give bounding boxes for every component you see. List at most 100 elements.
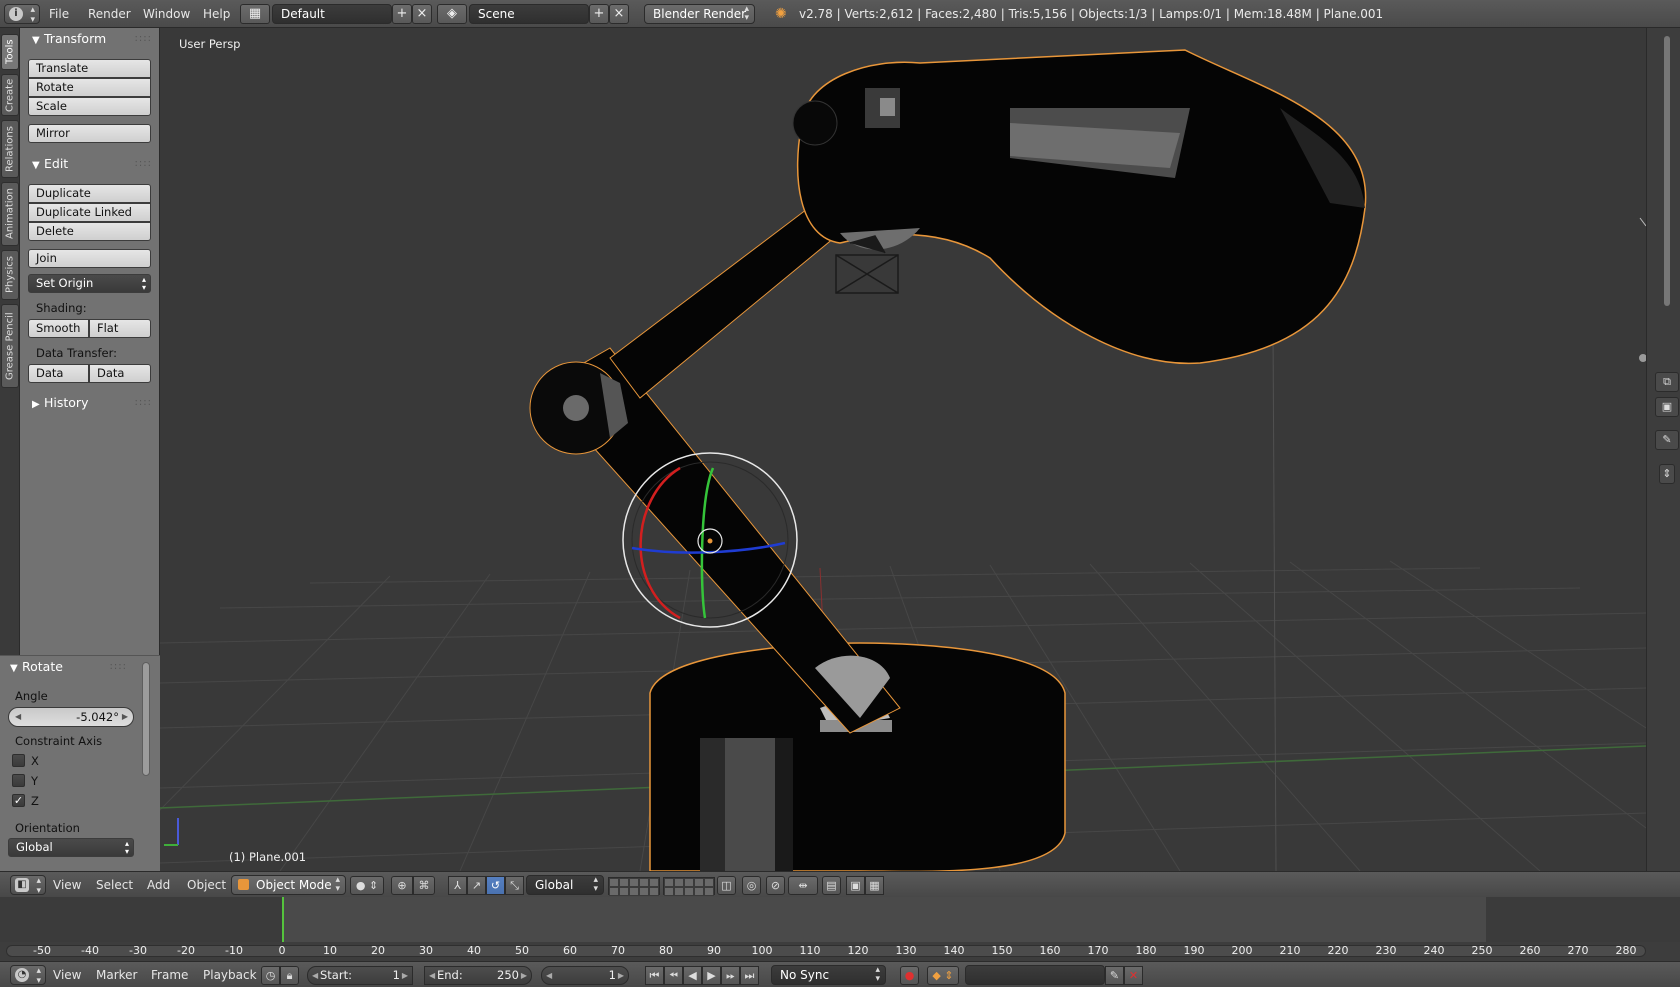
snap-toggle-icon[interactable]: ⊘ <box>766 876 785 895</box>
editor-type-timeline-button[interactable]: ◔ ▴ ▾ <box>10 965 46 986</box>
timeline-playhead[interactable] <box>282 897 284 942</box>
translate-button[interactable]: Translate <box>28 59 151 78</box>
preview-range-icon[interactable]: ◷ <box>261 966 280 985</box>
tab-tools[interactable]: Tools <box>1 34 19 70</box>
smooth-button[interactable]: Smooth <box>28 319 89 338</box>
history-panel-header[interactable]: ▶ History :::: <box>20 392 160 414</box>
tab-relations[interactable]: Relations <box>1 120 19 178</box>
edit-panel-header[interactable]: ▼ Edit :::: <box>20 153 160 175</box>
scale-manipulator-icon[interactable]: ⤡ <box>505 876 524 895</box>
play-reverse-icon[interactable]: ◀ <box>683 966 702 985</box>
add-layout-icon[interactable]: + <box>392 4 412 24</box>
menu-window[interactable]: Window <box>143 4 190 24</box>
jump-to-end-icon[interactable]: ⏭︎ <box>740 966 759 985</box>
jump-to-keyframe-back-icon[interactable]: ⏪︎ <box>664 966 683 985</box>
menu-view[interactable]: View <box>53 876 81 894</box>
lock-camera-icon[interactable]: ◫ <box>717 876 736 895</box>
increment-arrow-icon[interactable]: ▶ <box>618 967 624 984</box>
timeline-scrollbar[interactable] <box>6 945 1646 957</box>
menu-file[interactable]: File <box>49 4 69 24</box>
drag-grip-icon[interactable]: :::: <box>135 28 152 50</box>
translate-manipulator-icon[interactable]: ↗ <box>467 876 486 895</box>
timeline-track[interactable] <box>0 897 1680 942</box>
scene-icon[interactable]: ◈ <box>437 4 467 24</box>
screen-layout-field[interactable]: Default <box>272 4 392 24</box>
manipulator-icon[interactable]: ⅄ <box>448 876 467 895</box>
pivot-point-icon[interactable]: ⊕ <box>391 876 413 895</box>
menu-render[interactable]: Render <box>88 4 131 24</box>
rotate-button[interactable]: Rotate <box>28 78 151 97</box>
constraint-z-checkbox[interactable]: ✓ <box>12 794 25 807</box>
add-scene-icon[interactable]: + <box>589 4 609 24</box>
keying-set-icon[interactable]: ◆ ⇕ <box>927 966 959 985</box>
tab-animation[interactable]: Animation <box>1 182 19 246</box>
properties-scrollbar[interactable] <box>1664 36 1670 306</box>
render-animation-icon[interactable]: ▦ <box>865 876 884 895</box>
jump-to-start-icon[interactable]: ⏮︎ <box>645 966 664 985</box>
transform-orientation-dropdown[interactable]: Global ▴ ▾ <box>526 875 604 895</box>
drag-grip-icon[interactable]: :::: <box>135 153 152 175</box>
play-icon[interactable]: ▶ <box>702 966 721 985</box>
data-transfer-button[interactable]: Data <box>28 364 89 383</box>
rotate-manipulator-icon[interactable]: ↺ <box>486 876 505 895</box>
delete-keyframe-icon[interactable]: ✕ <box>1124 966 1143 985</box>
menu-object[interactable]: Object <box>187 876 226 894</box>
decrement-arrow-icon[interactable]: ◀ <box>15 708 21 726</box>
remove-scene-icon[interactable]: × <box>609 4 629 24</box>
jump-to-keyframe-forward-icon[interactable]: ⏩︎ <box>721 966 740 985</box>
menu-select[interactable]: Select <box>96 876 133 894</box>
duplicate-linked-button[interactable]: Duplicate Linked <box>28 203 151 222</box>
pin-icon[interactable]: ✎ <box>1655 430 1679 450</box>
manipulator-toggle-icon[interactable]: ⌘ <box>413 876 435 895</box>
rotate-panel-header[interactable]: ▼ Rotate :::: <box>0 656 135 678</box>
set-origin-dropdown[interactable]: Set Origin ▴ ▾ <box>28 274 151 293</box>
remove-layout-icon[interactable]: × <box>412 4 432 24</box>
duplicate-button[interactable]: Duplicate <box>28 184 151 203</box>
editor-type-3d-view-button[interactable]: ◧ ▴ ▾ <box>10 875 46 896</box>
timeline[interactable]: -50 -40 -30 -20 -10 0 10 20 30 40 50 60 70 80 90 100 110… <box>0 897 1680 961</box>
menu-view[interactable]: View <box>53 966 81 984</box>
snap-element-icon[interactable]: ⇹ <box>788 876 818 895</box>
constraint-y-checkbox[interactable] <box>12 774 25 787</box>
transform-panel-header[interactable]: ▼ Transform :::: <box>20 28 160 50</box>
tab-create[interactable]: Create <box>1 74 19 116</box>
decrement-arrow-icon[interactable]: ◀ <box>312 967 318 984</box>
active-keying-set-field[interactable] <box>965 965 1105 985</box>
menu-marker[interactable]: Marker <box>96 966 137 984</box>
properties-object-icon[interactable]: ▣ <box>1655 397 1679 417</box>
render-engine-dropdown[interactable]: Blender Render ▴ ▾ <box>644 4 755 24</box>
menu-help[interactable]: Help <box>203 4 230 24</box>
screen-layout-icon[interactable]: ▦ <box>240 4 270 24</box>
end-frame-field[interactable]: ◀ End: 250 ▶ <box>424 966 532 985</box>
layers-group-2[interactable] <box>663 877 715 896</box>
increment-arrow-icon[interactable]: ▶ <box>122 708 128 726</box>
sync-mode-dropdown[interactable]: No Sync ▴ ▾ <box>771 965 886 985</box>
auto-keyframe-icon[interactable]: ● <box>900 966 919 985</box>
updown-arrows-icon[interactable]: ⇕ <box>1659 464 1675 484</box>
render-still-icon[interactable]: ▣ <box>846 876 865 895</box>
snap-target-icon[interactable]: ▤ <box>822 876 841 895</box>
tab-physics[interactable]: Physics <box>1 250 19 300</box>
editor-type-info-button[interactable]: i ▴ ▾ <box>4 4 40 25</box>
increment-arrow-icon[interactable]: ▶ <box>402 967 408 984</box>
interaction-mode-dropdown[interactable]: Object Mode ▴ ▾ <box>231 875 346 895</box>
drag-grip-icon[interactable]: :::: <box>135 392 152 414</box>
drag-grip-icon[interactable]: :::: <box>110 656 127 678</box>
start-frame-field[interactable]: ◀ Start: 1 ▶ <box>307 966 413 985</box>
lock-range-icon[interactable]: 🔒︎ <box>280 966 299 985</box>
scene-field[interactable]: Scene <box>469 4 589 24</box>
redo-panel-scrollbar[interactable] <box>142 662 150 776</box>
layers-group-1[interactable] <box>608 877 660 896</box>
3d-viewport[interactable]: User Persp (1) Plane.001 <box>160 28 1646 871</box>
menu-add[interactable]: Add <box>147 876 170 894</box>
proportional-edit-icon[interactable]: ◎ <box>742 876 761 895</box>
insert-keyframe-icon[interactable]: ✎ <box>1105 966 1124 985</box>
current-frame-field[interactable]: ◀ 1 ▶ <box>541 966 629 985</box>
flat-button[interactable]: Flat <box>89 319 151 338</box>
angle-field[interactable]: ◀ -5.042° ▶ <box>8 707 134 727</box>
constraint-x-checkbox[interactable] <box>12 754 25 767</box>
menu-frame[interactable]: Frame <box>151 966 188 984</box>
lamp-shade[interactable] <box>792 49 1367 365</box>
viewport-edge-widgets[interactable] <box>1639 217 1646 362</box>
delete-button[interactable]: Delete <box>28 222 151 241</box>
